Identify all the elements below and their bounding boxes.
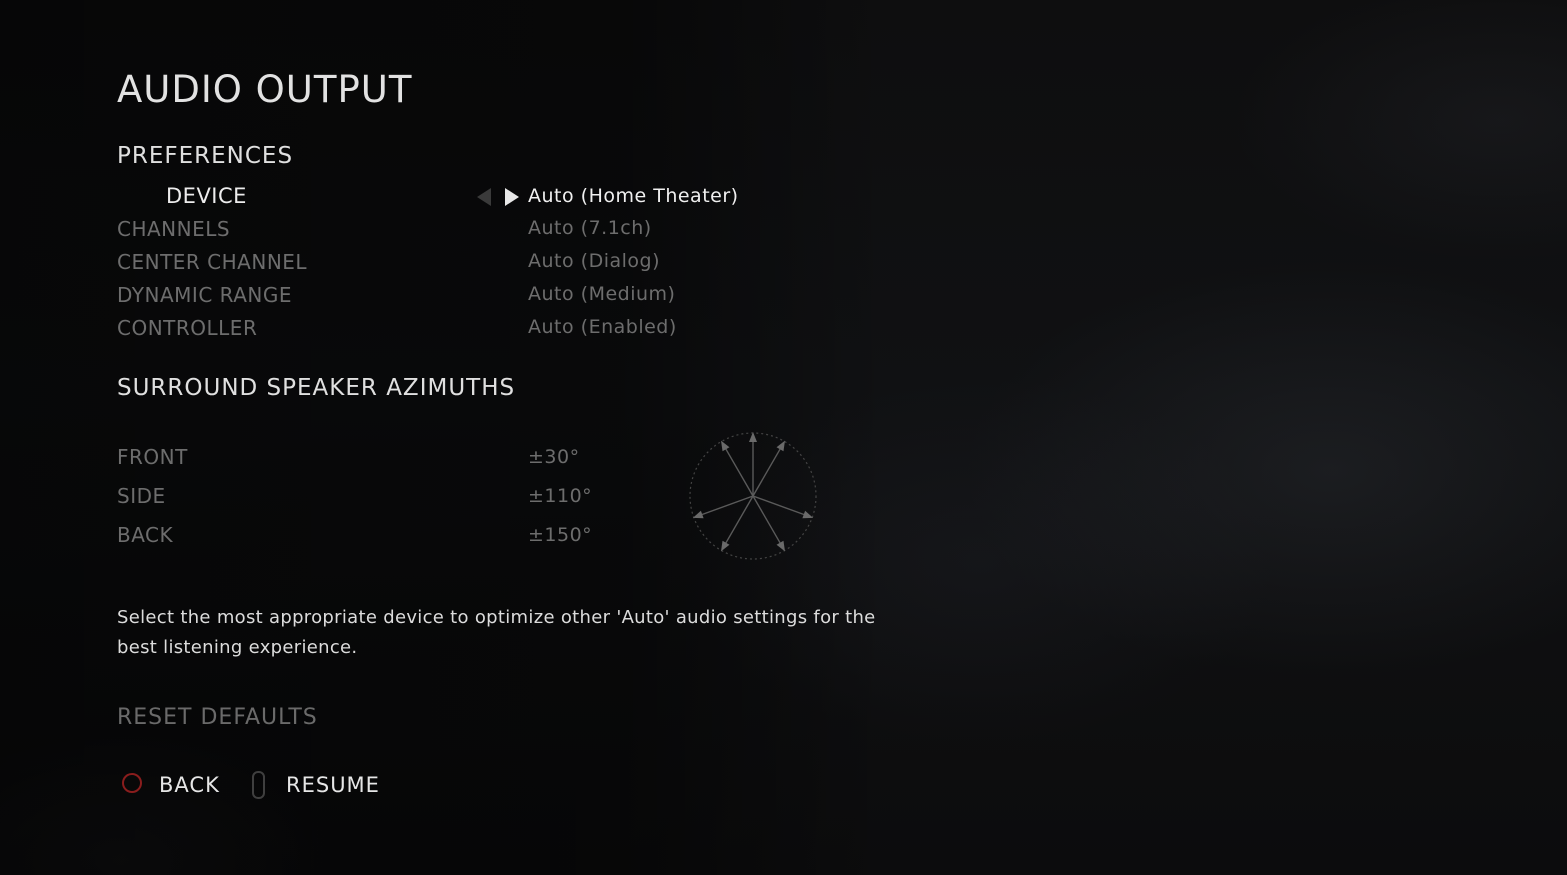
setting-label-controller: CONTROLLER <box>117 316 258 340</box>
resume-label: RESUME <box>286 773 380 797</box>
speaker-line-3 <box>752 495 810 518</box>
speaker-lines <box>692 432 814 552</box>
reset-defaults-button[interactable]: RESET DEFAULTS <box>117 705 318 730</box>
azimuths-header: SURROUND SPEAKER AZIMUTHS <box>117 375 516 401</box>
setting-value-channels: Auto (7.1ch) <box>528 217 652 239</box>
back-label: BACK <box>159 773 220 797</box>
azimuth-value-front: ±30° <box>528 446 580 468</box>
setting-label-dynamic-range: DYNAMIC RANGE <box>117 283 293 307</box>
speaker-marker-5 <box>776 540 785 552</box>
setting-label-center-channel: CENTER CHANNEL <box>117 250 308 274</box>
setting-value-device: Auto (Home Theater) <box>528 185 739 207</box>
speaker-line-2 <box>722 443 754 497</box>
speaker-marker-3 <box>802 510 814 519</box>
touchpad-button-icon <box>252 771 265 799</box>
setting-label-device: DEVICE <box>166 184 247 208</box>
preferences-header: PREFERENCES <box>117 143 294 169</box>
azimuth-value-side: ±110° <box>528 485 593 507</box>
speaker-line-6 <box>722 495 754 549</box>
arrow-right-icon[interactable] <box>505 188 519 206</box>
speaker-marker-6 <box>721 540 730 552</box>
setting-description: Select the most appropriate device to op… <box>117 607 876 658</box>
azimuth-value-back: ±150° <box>528 524 593 546</box>
setting-label-channels: CHANNELS <box>117 217 231 241</box>
azimuth-label-front: FRONT <box>117 445 188 469</box>
audio-output-screen: AUDIO OUTPUT PREFERENCES DEVICE Auto (Ho… <box>0 0 1567 875</box>
page-title: AUDIO OUTPUT <box>117 68 413 111</box>
setting-value-center-channel: Auto (Dialog) <box>528 250 660 272</box>
circle-button-icon <box>122 773 142 793</box>
speaker-line-1 <box>752 443 784 497</box>
setting-value-controller: Auto (Enabled) <box>528 316 677 338</box>
speaker-line-5 <box>752 495 784 549</box>
speaker-azimuth-diagram <box>689 432 817 560</box>
speaker-marker-2 <box>721 440 730 452</box>
speaker-marker-4 <box>692 510 704 519</box>
speaker-marker-1 <box>776 440 785 452</box>
azimuth-label-side: SIDE <box>117 484 166 508</box>
setting-value-dynamic-range: Auto (Medium) <box>528 283 676 305</box>
arrow-left-icon[interactable] <box>477 188 491 206</box>
speaker-marker-0 <box>749 432 757 442</box>
speaker-line-4 <box>696 495 754 518</box>
azimuth-label-back: BACK <box>117 523 174 547</box>
